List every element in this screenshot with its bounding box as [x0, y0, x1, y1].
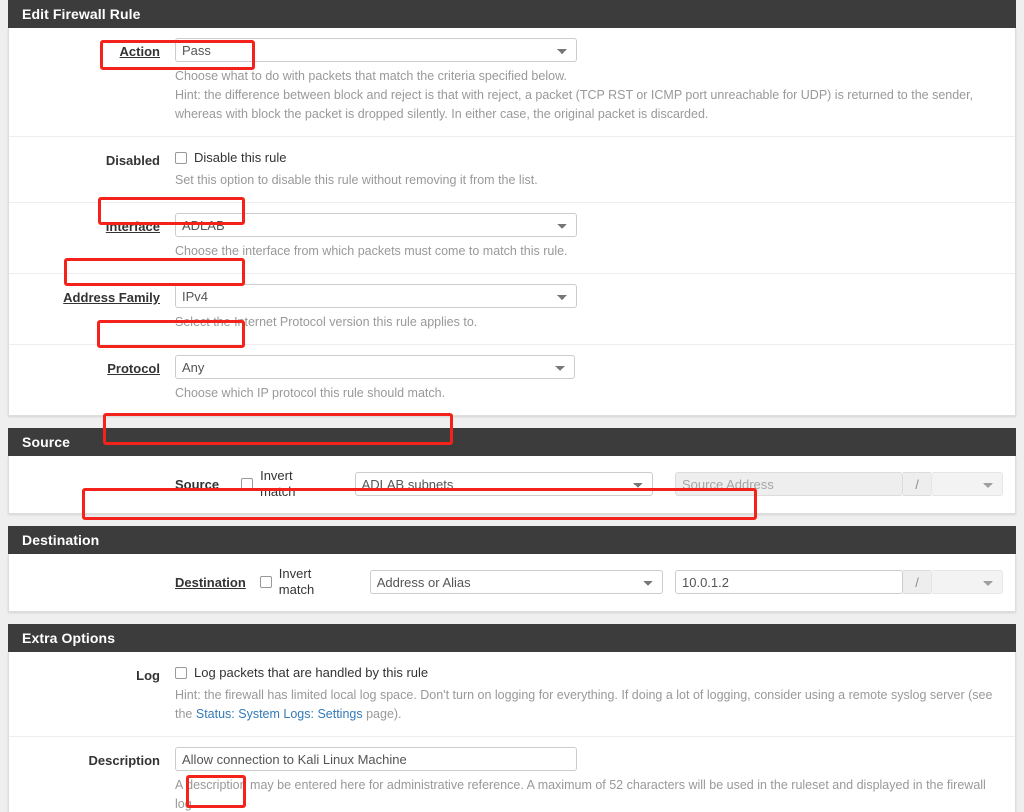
- address-family-help: Select the Internet Protocol version thi…: [175, 315, 478, 329]
- address-family-control-group: IPv4 Select the Internet Protocol versio…: [175, 284, 1015, 332]
- source-invert-match-label: Invert match: [260, 468, 296, 499]
- action-help: Choose what to do with packets that matc…: [175, 67, 1003, 124]
- interface-select[interactable]: ADLAB: [175, 213, 577, 237]
- source-invert-match-checkbox[interactable]: [241, 478, 254, 490]
- panel-heading-destination: Destination: [8, 526, 1016, 554]
- action-control-group: Pass Choose what to do with packets that…: [175, 38, 1015, 124]
- form-row-destination: Destination Invert match Address or Alia…: [9, 554, 1015, 611]
- log-label: Log: [136, 668, 160, 683]
- destination-slash-separator: /: [903, 570, 931, 594]
- address-family-label: Address Family: [63, 290, 160, 305]
- action-select[interactable]: Pass: [175, 38, 577, 62]
- log-control-group: Log packets that are handled by this rul…: [175, 662, 1015, 724]
- disable-rule-checkbox-label: Disable this rule: [194, 150, 287, 165]
- destination-invert-match-label: Invert match: [278, 566, 315, 597]
- source-inline-label: Source: [175, 476, 220, 492]
- description-help: A description may be entered here for ad…: [175, 778, 986, 811]
- destination-address-group: /: [675, 570, 1003, 594]
- action-help-line-2: Hint: the difference between block and r…: [175, 88, 974, 102]
- panel-edit-firewall-rule: Action Pass Choose what to do with packe…: [8, 28, 1016, 416]
- firewall-rule-edit-page: Edit Firewall Rule Action Pass Choose wh…: [0, 0, 1024, 812]
- disabled-help: Set this option to disable this rule wit…: [175, 173, 538, 187]
- protocol-label: Protocol: [107, 361, 160, 376]
- system-logs-settings-link[interactable]: Status: System Logs: Settings: [196, 707, 363, 721]
- source-type-select[interactable]: ADLAB subnets: [354, 472, 653, 496]
- log-help-post: page).: [362, 707, 402, 721]
- log-packets-checkbox-label: Log packets that are handled by this rul…: [194, 665, 429, 680]
- description-input[interactable]: [175, 747, 577, 771]
- destination-row: Destination Invert match Address or Alia…: [175, 566, 1003, 598]
- action-label: Action: [119, 44, 160, 59]
- destination-type-select[interactable]: Address or Alias: [369, 570, 663, 594]
- form-row-log: Log Log packets that are handled by this…: [9, 652, 1015, 737]
- protocol-control-group: Any Choose which IP protocol this rule s…: [175, 355, 1015, 403]
- destination-invert-match-row[interactable]: Invert match: [259, 566, 344, 598]
- panel-source: Source Invert match ADLAB subnets /: [8, 456, 1016, 514]
- protocol-help: Choose which IP protocol this rule shoul…: [175, 386, 446, 400]
- address-family-select[interactable]: IPv4: [175, 284, 577, 308]
- interface-control-group: ADLAB Choose the interface from which pa…: [175, 213, 1015, 261]
- destination-control-group: Destination Invert match Address or Alia…: [175, 566, 1015, 598]
- form-row-disabled: Disabled Disable this rule Set this opti…: [9, 137, 1015, 203]
- disable-rule-checkbox-row[interactable]: Disable this rule: [175, 147, 1003, 166]
- form-row-interface: Interface ADLAB Choose the interface fro…: [9, 203, 1015, 274]
- panel-destination: Destination Invert match Address or Alia…: [8, 554, 1016, 612]
- disabled-control-group: Disable this rule Set this option to dis…: [175, 147, 1015, 190]
- panel-heading-edit-firewall-rule: Edit Firewall Rule: [8, 0, 1016, 28]
- destination-cidr-select[interactable]: [931, 570, 1003, 594]
- log-packets-checkbox-row[interactable]: Log packets that are handled by this rul…: [175, 662, 1003, 681]
- description-label: Description: [88, 753, 160, 768]
- source-cidr-select[interactable]: [931, 472, 1003, 496]
- log-packets-checkbox[interactable]: [175, 667, 187, 679]
- interface-help: Choose the interface from which packets …: [175, 244, 568, 258]
- destination-inline-label: Destination: [175, 574, 246, 590]
- form-row-address-family: Address Family IPv4 Select the Internet …: [9, 274, 1015, 345]
- disable-rule-checkbox[interactable]: [175, 152, 187, 164]
- source-address-group: /: [675, 472, 1003, 496]
- panel-heading-extra-options: Extra Options: [8, 624, 1016, 652]
- source-row: Source Invert match ADLAB subnets /: [175, 468, 1003, 500]
- source-slash-separator: /: [903, 472, 931, 496]
- form-row-action: Action Pass Choose what to do with packe…: [9, 28, 1015, 137]
- source-control-group: Source Invert match ADLAB subnets /: [175, 468, 1015, 500]
- panel-extra-options: Log Log packets that are handled by this…: [8, 652, 1016, 812]
- panel-heading-source: Source: [8, 428, 1016, 456]
- form-row-description: Description A description may be entered…: [9, 737, 1015, 812]
- interface-label: Interface: [105, 219, 160, 234]
- disabled-label: Disabled: [105, 153, 160, 168]
- protocol-select[interactable]: Any: [175, 355, 575, 379]
- destination-address-input[interactable]: [675, 570, 903, 594]
- source-invert-match-row[interactable]: Invert match: [241, 468, 327, 500]
- destination-invert-match-checkbox[interactable]: [259, 576, 272, 588]
- source-address-input[interactable]: [675, 472, 903, 496]
- action-help-line-1: Choose what to do with packets that matc…: [175, 69, 567, 83]
- log-help: Hint: the firewall has limited local log…: [175, 686, 1003, 724]
- form-row-protocol: Protocol Any Choose which IP protocol th…: [9, 345, 1015, 415]
- action-help-line-3: whereas with block the packet is dropped…: [175, 107, 709, 121]
- description-control-group: A description may be entered here for ad…: [175, 747, 1015, 812]
- form-row-source: Source Invert match ADLAB subnets /: [9, 456, 1015, 513]
